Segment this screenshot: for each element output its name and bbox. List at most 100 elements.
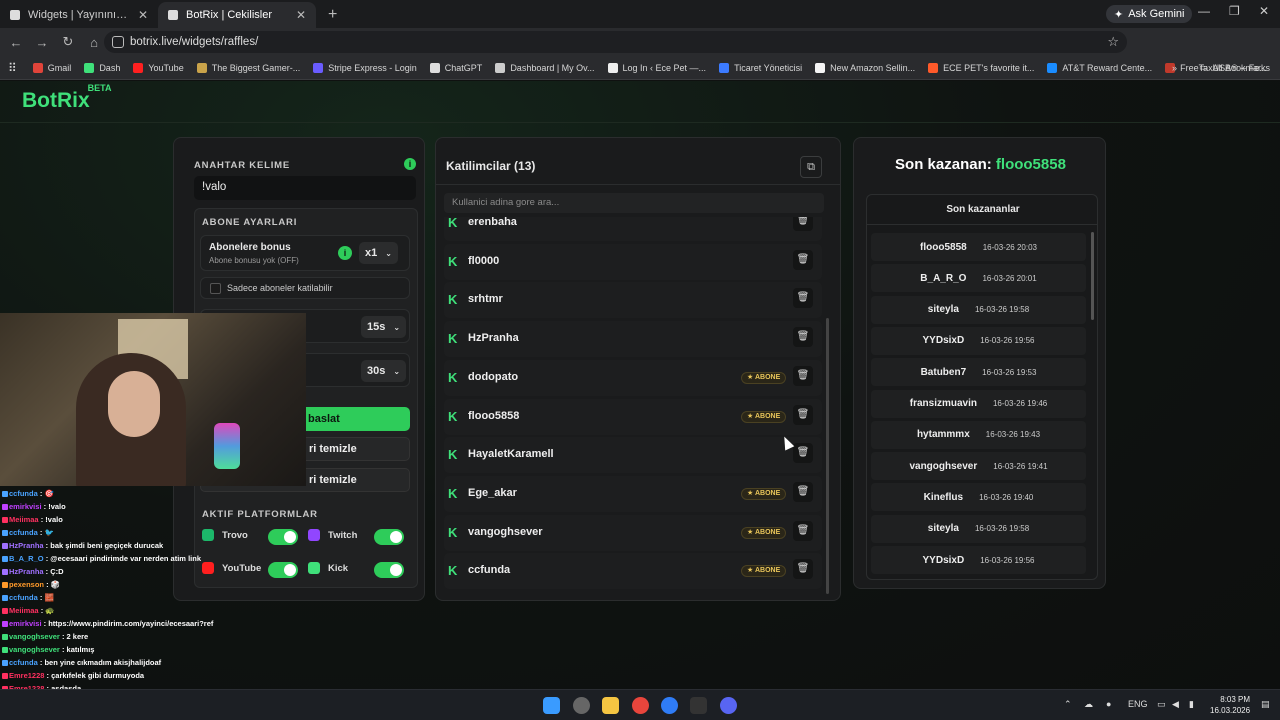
info-icon[interactable]: i bbox=[404, 158, 416, 170]
windows-start-icon[interactable] bbox=[543, 697, 560, 714]
participant-name: fl0000 bbox=[468, 254, 500, 267]
twitch-toggle[interactable] bbox=[374, 529, 404, 545]
bookmark-ticaret[interactable]: Ticaret Yöneticisi bbox=[719, 62, 802, 73]
chrome-icon[interactable] bbox=[632, 697, 649, 714]
chat-text: 🎲 bbox=[50, 580, 61, 589]
participants-scrollbar[interactable] bbox=[826, 318, 829, 594]
copy-icon[interactable]: ⧉ bbox=[800, 156, 822, 178]
trash-icon[interactable]: 🗑 bbox=[793, 288, 813, 309]
tab-widgets[interactable]: Widgets | Yayınını güçlendirme ✕ bbox=[0, 2, 158, 28]
trash-icon[interactable]: 🗑 bbox=[793, 443, 813, 464]
timer-select-1[interactable]: 15s ⌄ bbox=[361, 316, 407, 338]
participant-search-input[interactable]: Kullanici adina gore ara... bbox=[444, 193, 824, 213]
all-bookmarks-label: All Bookmarks bbox=[1212, 62, 1270, 73]
winner-row: siteyla 16-03-26 19:58 bbox=[871, 295, 1086, 324]
clock[interactable]: 8:03 PM 16.03.2026 bbox=[1210, 694, 1250, 716]
chevron-down-icon: ⌄ bbox=[385, 248, 392, 258]
bookmark-gamer[interactable]: The Biggest Gamer-... bbox=[196, 62, 300, 73]
maximize-icon[interactable]: ❐ bbox=[1229, 4, 1240, 18]
clear-label: ri temizle bbox=[309, 443, 357, 455]
network-icon[interactable]: ▭ bbox=[1157, 699, 1166, 710]
obs-icon[interactable] bbox=[690, 697, 707, 714]
keyword-input[interactable]: !valo bbox=[194, 176, 416, 200]
trash-icon[interactable]: 🗑 bbox=[793, 365, 813, 386]
trash-icon[interactable]: 🗑 bbox=[793, 404, 813, 425]
file-explorer-icon[interactable] bbox=[602, 697, 619, 714]
trash-icon[interactable]: 🗑 bbox=[793, 520, 813, 541]
winners-scrollbar[interactable] bbox=[1091, 232, 1094, 320]
back-icon[interactable]: ← bbox=[4, 35, 28, 50]
winner-date: 16-03-26 19:56 bbox=[980, 336, 1035, 346]
bookmark-login[interactable]: Log In ‹ Ece Pet —... bbox=[607, 62, 706, 73]
new-tab-icon[interactable]: + bbox=[316, 2, 349, 28]
bookmark-label: YouTube bbox=[148, 62, 184, 73]
winner-row: vangoghsever 16-03-26 19:41 bbox=[871, 452, 1086, 481]
address-bar: ← → ↻ ⌂ botrix.live/widgets/raffles/ ☆ ⧉… bbox=[0, 28, 1280, 77]
minimize-icon[interactable]: — bbox=[1198, 4, 1210, 18]
tab-botrix[interactable]: BotRix | Cekilisler ✕ bbox=[158, 2, 316, 28]
winner-name: siteyla bbox=[927, 304, 959, 316]
winner-date: 16-03-26 19:53 bbox=[982, 367, 1037, 377]
url-text: botrix.live/widgets/raffles/ bbox=[130, 36, 259, 48]
trash-icon[interactable]: 🗑 bbox=[793, 217, 813, 231]
reload-icon[interactable]: ↻ bbox=[56, 34, 80, 50]
trash-icon[interactable]: 🗑 bbox=[793, 481, 813, 502]
bookmark-stripe[interactable]: Stripe Express - Login bbox=[313, 62, 417, 73]
apps-icon[interactable]: ⠿ bbox=[8, 61, 17, 75]
abone-badge: ★ ABONE bbox=[741, 526, 787, 539]
home-icon[interactable]: ⌂ bbox=[82, 35, 106, 50]
language-indicator[interactable]: ENG bbox=[1128, 699, 1148, 709]
url-input[interactable]: botrix.live/widgets/raffles/ ☆ bbox=[104, 31, 1127, 53]
participant-name: vangoghsever bbox=[468, 525, 543, 538]
bookmark-label: New Amazon Sellin... bbox=[830, 62, 916, 73]
abone-label: ABONE bbox=[754, 412, 781, 420]
battery-icon[interactable]: ▮ bbox=[1189, 699, 1194, 710]
timer-select-2[interactable]: 30s ⌄ bbox=[361, 360, 407, 382]
bookmark-ecepet[interactable]: ECE PET's favorite it... bbox=[928, 62, 1034, 73]
close-tab-icon[interactable]: ✕ bbox=[138, 8, 148, 22]
chat-separator: : bbox=[59, 632, 67, 641]
bookmark-dash[interactable]: Dash bbox=[84, 62, 120, 73]
bookmarks-overflow-icon[interactable]: » bbox=[1172, 63, 1177, 73]
volume-icon[interactable]: ◀ bbox=[1172, 699, 1179, 710]
bookmark-gmail[interactable]: Gmail bbox=[32, 62, 71, 73]
all-bookmarks[interactable]: ▭ All Bookmarks bbox=[1199, 62, 1270, 73]
bookmark-dashboard[interactable]: Dashboard | My Ov... bbox=[495, 62, 595, 73]
notifications-icon[interactable]: ▤ bbox=[1261, 699, 1270, 710]
site-settings-icon[interactable] bbox=[112, 36, 124, 48]
bookmark-att[interactable]: AT&T Reward Cente... bbox=[1047, 62, 1152, 73]
multiplier-select[interactable]: x1 ⌄ bbox=[359, 242, 398, 264]
participant-row: Kerenbaha 🗑 bbox=[444, 217, 822, 241]
sub-only-row[interactable]: Sadece aboneler katilabilir bbox=[200, 277, 410, 299]
chat-username: ccfunda bbox=[9, 528, 38, 537]
sub-only-checkbox[interactable] bbox=[210, 283, 221, 294]
trash-icon[interactable]: 🗑 bbox=[793, 249, 813, 270]
winner-name: siteyla bbox=[927, 523, 959, 535]
kick-toggle[interactable] bbox=[374, 562, 404, 578]
trash-icon[interactable]: 🗑 bbox=[793, 559, 813, 580]
chat-text: Ç:D bbox=[50, 567, 64, 576]
close-window-icon[interactable]: ✕ bbox=[1259, 4, 1269, 18]
ask-gemini-button[interactable]: ✦ Ask Gemini bbox=[1106, 5, 1193, 23]
forward-icon[interactable]: → bbox=[30, 35, 54, 50]
trash-icon[interactable]: 🗑 bbox=[793, 327, 813, 348]
tray-overflow-icon[interactable]: ⌃ bbox=[1064, 699, 1072, 710]
discord-icon[interactable] bbox=[720, 697, 737, 714]
close-tab-icon[interactable]: ✕ bbox=[296, 8, 306, 22]
site-icon bbox=[928, 62, 939, 73]
bookmark-star-icon[interactable]: ☆ bbox=[1107, 34, 1119, 50]
bookmark-youtube[interactable]: YouTube bbox=[133, 62, 184, 73]
participant-row: Ksrhtmr 🗑 bbox=[444, 282, 822, 319]
google-icon[interactable] bbox=[661, 697, 678, 714]
bookmark-amazon[interactable]: New Amazon Sellin... bbox=[815, 62, 916, 73]
onedrive-icon[interactable]: ☁ bbox=[1084, 699, 1093, 710]
chat-text: bak şimdi beni geçiçek durucak bbox=[50, 541, 164, 550]
info-icon[interactable]: i bbox=[338, 246, 352, 260]
mic-tray-icon[interactable]: ● bbox=[1106, 699, 1111, 709]
keyword-label: ANAHTAR KELIME bbox=[194, 160, 290, 171]
star-icon: ★ bbox=[747, 412, 755, 420]
copilot-icon[interactable] bbox=[573, 697, 590, 714]
bookmark-chatgpt[interactable]: ChatGPT bbox=[429, 62, 482, 73]
botrix-logo[interactable]: BotRixBETA bbox=[22, 83, 114, 113]
chat-username: HzPranha bbox=[9, 541, 44, 550]
